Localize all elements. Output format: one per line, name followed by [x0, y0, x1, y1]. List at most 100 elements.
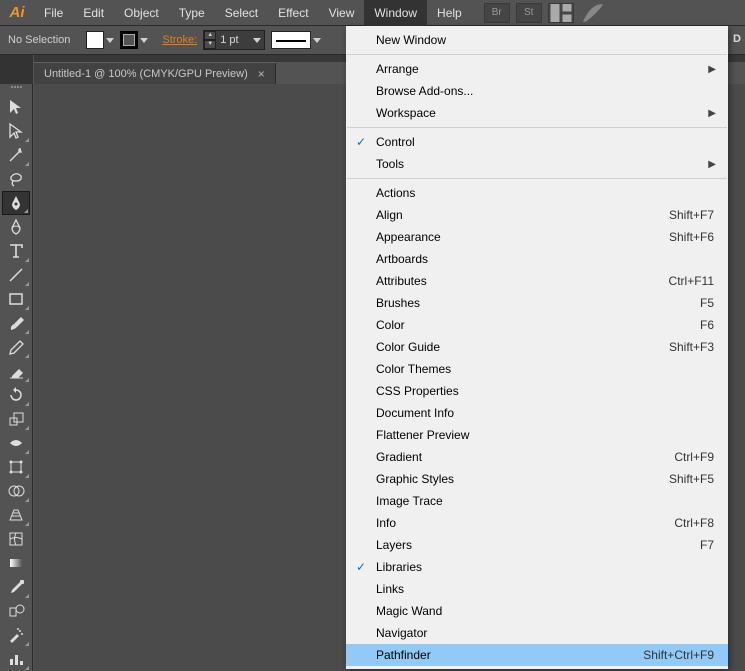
menu-item-arrange[interactable]: Arrange▶ [346, 58, 728, 80]
menu-item-new-window[interactable]: New Window [346, 29, 728, 51]
menu-item-align[interactable]: AlignShift+F7 [346, 204, 728, 226]
fill-color-icon [86, 31, 104, 49]
menu-item-artboards[interactable]: Artboards [346, 248, 728, 270]
menu-item-attributes[interactable]: AttributesCtrl+F11 [346, 270, 728, 292]
tool-paintbrush[interactable] [2, 311, 30, 335]
menu-item-label: Libraries [376, 560, 714, 574]
stock-button[interactable]: St [516, 3, 542, 23]
gpu-button[interactable] [580, 3, 606, 23]
menu-item-pathfinder[interactable]: PathfinderShift+Ctrl+F9 [346, 644, 728, 666]
menu-item-label: Document Info [376, 406, 714, 420]
tool-mesh[interactable] [2, 527, 30, 551]
tool-magic-wand[interactable] [2, 143, 30, 167]
fill-swatch[interactable] [86, 31, 114, 49]
free-transform-icon [7, 458, 25, 476]
menu-window[interactable]: Window [364, 0, 427, 26]
spin-down-icon[interactable]: ▼ [204, 40, 216, 49]
tool-curvature[interactable] [2, 215, 30, 239]
variable-width-profile[interactable] [271, 31, 321, 49]
menu-item-appearance[interactable]: AppearanceShift+F6 [346, 226, 728, 248]
menu-item-brushes[interactable]: BrushesF5 [346, 292, 728, 314]
menu-item-browse-add-ons[interactable]: Browse Add-ons... [346, 80, 728, 102]
menu-item-label: Color Guide [376, 340, 669, 354]
tool-gradient[interactable] [2, 551, 30, 575]
rectangle-icon [7, 290, 25, 308]
width-icon [7, 434, 25, 452]
tool-pencil[interactable] [2, 335, 30, 359]
menu-view[interactable]: View [319, 0, 365, 26]
menu-item-gradient[interactable]: GradientCtrl+F9 [346, 446, 728, 468]
tool-free-transform[interactable] [2, 455, 30, 479]
menu-file[interactable]: File [34, 0, 73, 26]
menu-item-css-properties[interactable]: CSS Properties [346, 380, 728, 402]
flyout-corner-icon [25, 426, 29, 430]
flyout-corner-icon [25, 258, 29, 262]
menu-item-graphic-styles[interactable]: Graphic StylesShift+F5 [346, 468, 728, 490]
flyout-corner-icon [25, 642, 29, 646]
stroke-label[interactable]: Stroke: [162, 34, 197, 46]
tool-perspective[interactable] [2, 503, 30, 527]
menu-item-label: Links [376, 582, 714, 596]
menu-item-magic-wand[interactable]: Magic Wand [346, 600, 728, 622]
tool-blend[interactable] [2, 599, 30, 623]
stroke-weight-input[interactable]: ▲▼ 1 pt [203, 30, 265, 50]
arrange-docs-button[interactable] [548, 3, 574, 23]
menu-item-navigator[interactable]: Navigator [346, 622, 728, 644]
menu-item-shortcut: F5 [700, 296, 714, 310]
menu-item-actions[interactable]: Actions [346, 182, 728, 204]
dropdown-icon [313, 38, 321, 43]
tool-scale[interactable] [2, 407, 30, 431]
tool-direct-selection[interactable] [2, 119, 30, 143]
menu-item-control[interactable]: ✓Control [346, 131, 728, 153]
menu-item-color-themes[interactable]: Color Themes [346, 358, 728, 380]
tool-lasso[interactable] [2, 167, 30, 191]
menu-item-flattener-preview[interactable]: Flattener Preview [346, 424, 728, 446]
tool-shape-builder[interactable] [2, 479, 30, 503]
menu-item-layers[interactable]: LayersF7 [346, 534, 728, 556]
spin-up-icon[interactable]: ▲ [204, 31, 216, 40]
tool-pen[interactable] [2, 191, 30, 215]
menu-item-links[interactable]: Links [346, 578, 728, 600]
menu-effect[interactable]: Effect [268, 0, 318, 26]
menu-item-label: New Window [376, 33, 714, 47]
menu-item-image-trace[interactable]: Image Trace [346, 490, 728, 512]
tool-selection[interactable] [2, 95, 30, 119]
flyout-corner-icon [25, 138, 29, 142]
menu-item-label: Pathfinder [376, 648, 643, 662]
flyout-corner-icon [25, 306, 29, 310]
menu-help[interactable]: Help [427, 0, 472, 26]
menu-item-color-guide[interactable]: Color GuideShift+F3 [346, 336, 728, 358]
menu-item-label: Color [376, 318, 700, 332]
menu-item-libraries[interactable]: ✓Libraries [346, 556, 728, 578]
menu-item-document-info[interactable]: Document Info [346, 402, 728, 424]
document-tabs: Untitled-1 @ 100% (CMYK/GPU Preview) × [34, 62, 276, 84]
document-tab[interactable]: Untitled-1 @ 100% (CMYK/GPU Preview) × [34, 63, 276, 85]
menu-object[interactable]: Object [114, 0, 169, 26]
tool-column-graph[interactable] [2, 647, 30, 671]
bridge-button[interactable]: Br [484, 3, 510, 23]
menu-type[interactable]: Type [169, 0, 215, 26]
menu-item-color[interactable]: ColorF6 [346, 314, 728, 336]
dropdown-icon[interactable] [253, 38, 261, 43]
tool-width[interactable] [2, 431, 30, 455]
menu-item-tools[interactable]: Tools▶ [346, 153, 728, 175]
tool-eraser[interactable] [2, 359, 30, 383]
menu-item-workspace[interactable]: Workspace▶ [346, 102, 728, 124]
tool-rectangle[interactable] [2, 287, 30, 311]
tool-line[interactable] [2, 263, 30, 287]
stroke-weight-value: 1 pt [216, 34, 250, 46]
menu-item-info[interactable]: InfoCtrl+F8 [346, 512, 728, 534]
tool-symbol-sprayer[interactable] [2, 623, 30, 647]
stroke-swatch[interactable] [120, 31, 148, 49]
panel-grip[interactable] [2, 86, 30, 91]
tool-rotate[interactable] [2, 383, 30, 407]
magic-wand-icon [7, 146, 25, 164]
menu-edit[interactable]: Edit [73, 0, 114, 26]
app-logo: Ai [0, 0, 34, 26]
tool-type[interactable] [2, 239, 30, 263]
menu-item-shortcut: F6 [700, 318, 714, 332]
close-icon[interactable]: × [258, 67, 265, 81]
flyout-corner-icon [25, 402, 29, 406]
menu-select[interactable]: Select [215, 0, 268, 26]
tool-eyedropper[interactable] [2, 575, 30, 599]
